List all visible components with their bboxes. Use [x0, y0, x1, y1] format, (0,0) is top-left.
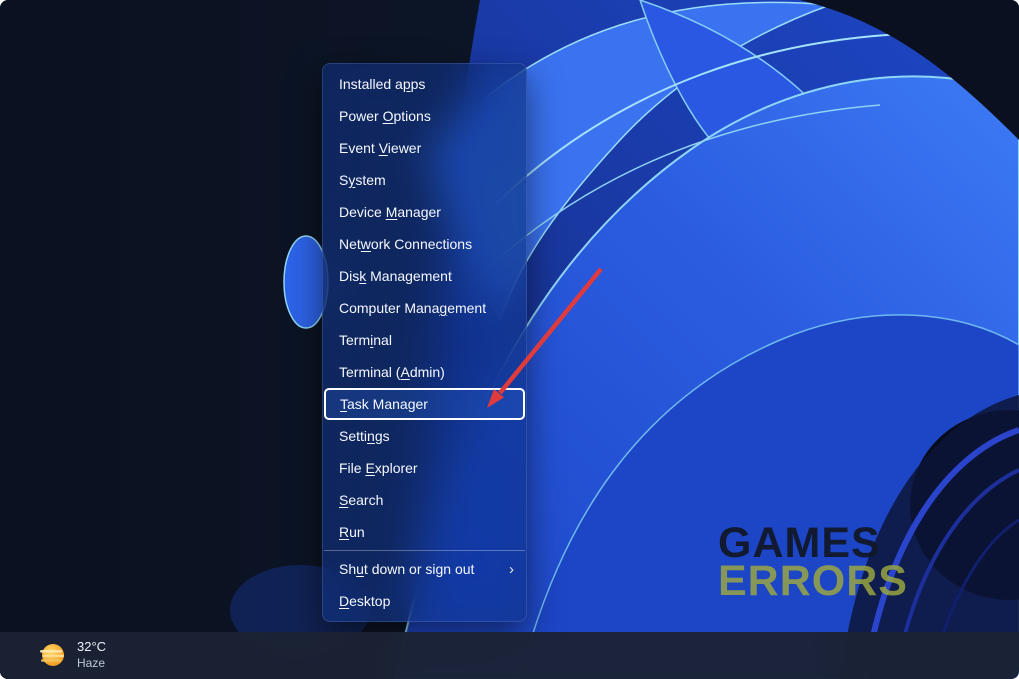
menu-item-task-manager[interactable]: Task Manager: [324, 388, 525, 420]
menu-item-terminal-admin-[interactable]: Terminal (Admin): [323, 356, 526, 388]
watermark: GAMES ERRORS: [718, 522, 908, 605]
weather-temperature: 32°C: [77, 639, 107, 654]
submenu-chevron-icon: ›: [509, 560, 514, 578]
weather-widget[interactable]: 32°C Haze: [36, 639, 106, 671]
menu-item-shut-down-or-sign-out[interactable]: Shut down or sign out ›: [323, 553, 526, 585]
weather-texts: 32°C Haze: [77, 639, 106, 671]
menu-item-file-explorer[interactable]: File Explorer: [323, 452, 526, 484]
menu-item-run[interactable]: Run: [323, 516, 526, 548]
menu-item-desktop[interactable]: Desktop: [323, 585, 526, 617]
haze-sun-icon: [40, 644, 64, 666]
watermark-line2: ERRORS: [718, 557, 908, 605]
weather-condition: Haze: [77, 656, 106, 670]
menu-item-terminal[interactable]: Terminal: [323, 324, 526, 356]
menu-item-network-connections[interactable]: Network Connections: [323, 228, 526, 260]
menu-item-power-options[interactable]: Power Options: [323, 100, 526, 132]
menu-item-device-manager[interactable]: Device Manager: [323, 196, 526, 228]
winx-context-menu: Installed apps Power Options Event Viewer S…: [322, 63, 527, 622]
menu-item-installed-apps[interactable]: Installed apps: [323, 68, 526, 100]
menu-item-disk-management[interactable]: Disk Management: [323, 260, 526, 292]
menu-separator: [324, 550, 525, 551]
taskbar: 32°C Haze Search: [0, 632, 1019, 679]
menu-item-event-viewer[interactable]: Event Viewer: [323, 132, 526, 164]
menu-item-computer-management[interactable]: Computer Management: [323, 292, 526, 324]
desktop-screen: GAMES ERRORS Installed apps Power Options…: [0, 0, 1019, 679]
menu-item-settings[interactable]: Settings: [323, 420, 526, 452]
menu-item-system[interactable]: System: [323, 164, 526, 196]
menu-item-search[interactable]: Search: [323, 484, 526, 516]
